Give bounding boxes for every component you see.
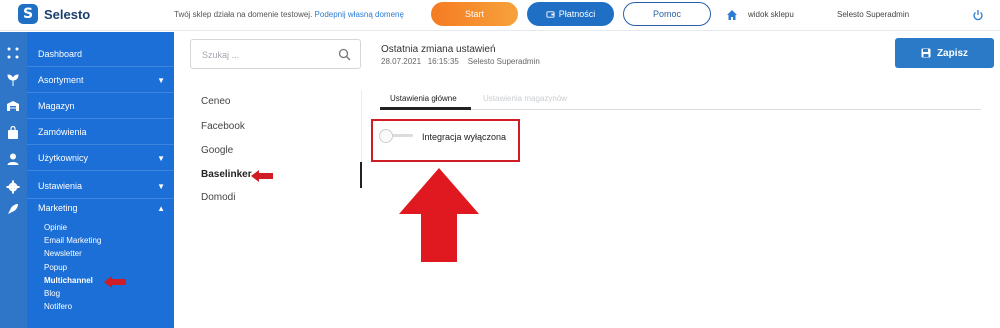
- caret-down-icon: ▼: [157, 76, 165, 85]
- last-change-user: Selesto Superadmin: [467, 57, 540, 66]
- caret-down-icon: ▼: [157, 182, 165, 191]
- domain-link[interactable]: Podepnij własną domenę: [315, 10, 404, 19]
- start-button[interactable]: Start: [431, 2, 518, 26]
- sidebar-subitem-opinie[interactable]: Opinie: [44, 223, 67, 232]
- logo-icon: S: [18, 4, 38, 24]
- sidebar-item-marketing[interactable]: Marketing ▲: [27, 195, 174, 221]
- warehouse-icon[interactable]: [6, 99, 20, 113]
- sidebar-item-label: Ustawienia: [38, 180, 83, 191]
- toggle-knob: [379, 129, 393, 143]
- active-tab-underline: [380, 107, 471, 110]
- annotation-arrow-baselinker: [251, 170, 273, 182]
- app-root: S Selesto Twój sklep działa na domenie t…: [0, 0, 1000, 328]
- plant-icon[interactable]: [6, 73, 20, 87]
- sidebar-subitem-email-marketing[interactable]: Email Marketing: [44, 236, 101, 245]
- sidebar-subitem-notifero[interactable]: Notifero: [44, 302, 72, 311]
- help-button[interactable]: Pomoc: [623, 2, 711, 26]
- annotation-arrow-multichannel: [104, 276, 126, 288]
- top-bar: S Selesto Twój sklep działa na domenie t…: [0, 0, 1000, 31]
- sidebar-item-uzytkownicy[interactable]: Użytkownicy ▼: [27, 145, 174, 171]
- tab-main-settings[interactable]: Ustawienia główne: [390, 94, 457, 103]
- rocket-icon[interactable]: [6, 202, 20, 216]
- caret-down-icon: ▼: [157, 154, 165, 163]
- sidebar-item-label: Marketing: [38, 203, 78, 213]
- save-button[interactable]: Zapisz: [895, 38, 994, 68]
- sidebar-subitem-newsletter[interactable]: Newsletter: [44, 249, 82, 258]
- bag-icon[interactable]: [6, 126, 20, 140]
- domain-note: Twój sklep działa na domenie testowej. P…: [174, 10, 404, 19]
- sidebar-item-label: Zamówienia: [38, 126, 87, 137]
- sidebar-subitem-multichannel[interactable]: Multichannel: [44, 276, 93, 285]
- sidebar-item-magazyn[interactable]: Magazyn: [27, 93, 174, 119]
- integration-item-baselinker[interactable]: Baselinker: [201, 169, 252, 180]
- sidebar-item-label: Asortyment: [38, 74, 84, 85]
- active-integration-indicator: [360, 162, 362, 188]
- integration-toggle[interactable]: [379, 129, 413, 143]
- user-icon[interactable]: [6, 152, 20, 166]
- save-label: Zapisz: [936, 47, 969, 59]
- last-change-date: 28.07.2021: [381, 57, 422, 66]
- wallet-icon: [546, 10, 555, 18]
- sidebar-item-zamowienia[interactable]: Zamówienia: [27, 119, 174, 145]
- payments-button[interactable]: Płatności: [527, 2, 614, 26]
- gear-icon[interactable]: [6, 180, 20, 194]
- logo[interactable]: S Selesto: [18, 4, 90, 24]
- last-change-time: 16:15:35: [427, 57, 459, 66]
- search-input[interactable]: Szukaj ...: [190, 39, 361, 69]
- sidebar-item-label: Magazyn: [38, 100, 75, 111]
- sidebar-item-dashboard[interactable]: Dashboard: [27, 41, 174, 67]
- power-icon[interactable]: [972, 9, 984, 21]
- sidebar-item-label: Dashboard: [38, 48, 83, 59]
- last-change-meta: 28.07.2021 16:15:35 Selesto Superadmin: [381, 57, 540, 66]
- integration-toggle-label: Integracja wyłączona: [422, 132, 507, 142]
- store-view-link[interactable]: widok sklepu: [748, 10, 794, 19]
- dashboard-grid-icon[interactable]: [6, 46, 20, 60]
- icon-rail: [0, 32, 27, 328]
- sidebar-item-label: Użytkownicy: [38, 152, 89, 163]
- sidebar: Dashboard Asortyment ▼ Magazyn Zamówieni…: [27, 32, 174, 328]
- sidebar-subitem-blog[interactable]: Blog: [44, 289, 60, 298]
- tab-store-settings[interactable]: Ustawienia magazynów: [483, 94, 567, 103]
- sidebar-subitem-popup[interactable]: Popup: [44, 263, 67, 272]
- payments-label: Płatności: [558, 9, 596, 19]
- user-name[interactable]: Selesto Superadmin: [837, 10, 909, 19]
- home-icon[interactable]: [726, 9, 738, 21]
- integration-item-facebook[interactable]: Facebook: [201, 121, 245, 132]
- annotation-arrow-up: [399, 168, 479, 262]
- search-icon[interactable]: [338, 48, 351, 61]
- integration-item-ceneo[interactable]: Ceneo: [201, 96, 230, 107]
- integration-item-domodi[interactable]: Domodi: [201, 192, 235, 203]
- sidebar-item-asortyment[interactable]: Asortyment ▼: [27, 67, 174, 93]
- domain-note-text: Twój sklep działa na domenie testowej.: [174, 10, 313, 19]
- search-placeholder: Szukaj ...: [202, 50, 240, 60]
- last-change-title: Ostatnia zmiana ustawień: [381, 44, 496, 55]
- floppy-disk-icon: [921, 48, 931, 58]
- integration-item-google[interactable]: Google: [201, 145, 233, 156]
- caret-up-icon: ▲: [157, 204, 165, 213]
- logo-text: Selesto: [44, 6, 91, 22]
